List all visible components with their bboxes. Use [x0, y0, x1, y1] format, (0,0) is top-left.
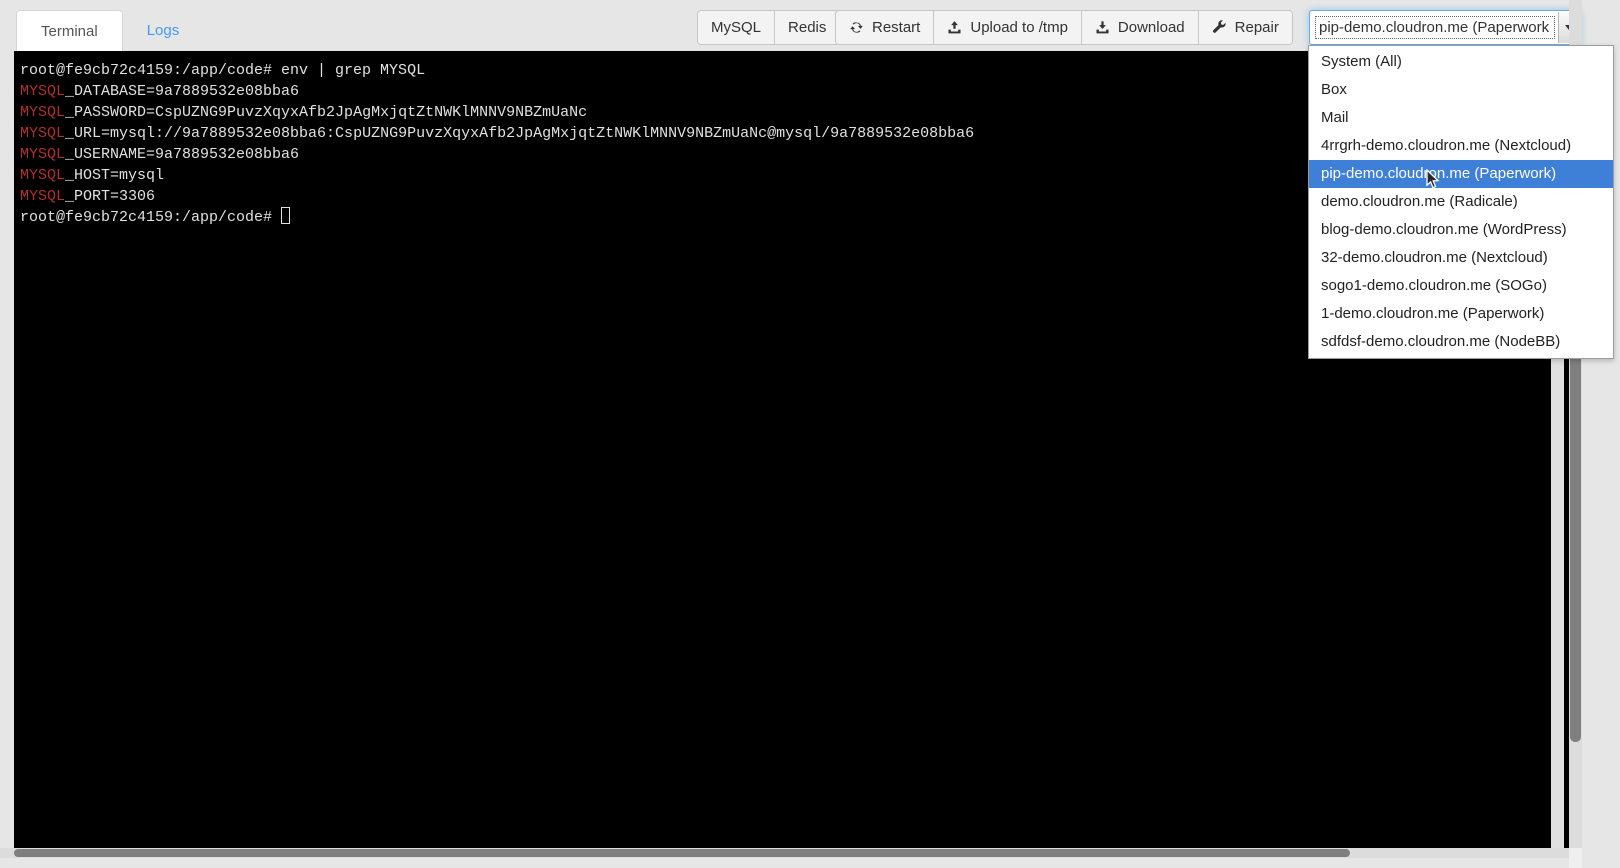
mysql-button[interactable]: MySQL	[697, 10, 775, 45]
download-icon	[1095, 20, 1110, 35]
terminal-text: _DATABASE=9a7889532e08bba6	[65, 83, 299, 100]
page-horizontal-scrollbar[interactable]	[0, 848, 1569, 858]
wrench-icon	[1212, 20, 1227, 35]
upload-to-tmp-label: Upload to /tmp	[970, 19, 1068, 36]
option-pip-demo-cloudron-me-paperwork[interactable]: pip-demo.cloudron.me (Paperwork)	[1309, 160, 1613, 188]
app-selector-value: pip-demo.cloudron.me (Paperwork	[1316, 17, 1554, 38]
option-box[interactable]: Box	[1309, 76, 1613, 104]
app-dropdown-list: System (All)BoxMail4rrgrh-demo.cloudron.…	[1308, 45, 1614, 359]
restart-button[interactable]: Restart	[835, 10, 934, 45]
terminal-text: _HOST=mysql	[65, 167, 164, 184]
mouse-cursor-icon	[1426, 169, 1441, 191]
repair-label: Repair	[1235, 19, 1279, 36]
option-4rrgrh-demo-cloudron-me-nextcloud[interactable]: 4rrgrh-demo.cloudron.me (Nextcloud)	[1309, 132, 1613, 160]
terminal-text: _PORT=3306	[65, 188, 155, 205]
upload-icon	[947, 20, 962, 35]
tab-logs[interactable]: Logs	[123, 10, 204, 51]
mysql-label: MySQL	[711, 19, 761, 36]
terminal-text: _PASSWORD=CspUZNG9PuvzXqyxAfb2JpAgMxjqtZ…	[65, 104, 587, 121]
restart-label: Restart	[872, 19, 920, 36]
grep-match-text: MYSQL	[20, 188, 65, 205]
option-1-demo-cloudron-me-paperwork[interactable]: 1-demo.cloudron.me (Paperwork)	[1309, 300, 1613, 328]
grep-match-text: MYSQL	[20, 83, 65, 100]
terminal-text: root@fe9cb72c4159:/app/code#	[20, 209, 281, 226]
option-blog-demo-cloudron-me-wordpress[interactable]: blog-demo.cloudron.me (WordPress)	[1309, 216, 1613, 244]
terminal-cursor	[281, 207, 290, 224]
option-sdfdsf-demo-cloudron-me-nodebb[interactable]: sdfdsf-demo.cloudron.me (NodeBB)	[1309, 328, 1613, 356]
terminal-text: _URL=mysql://9a7889532e08bba6:CspUZNG9Pu…	[65, 125, 974, 142]
action-button-group: Restart Upload to /tmp Download Repair	[835, 10, 1293, 45]
upload-to-tmp-button[interactable]: Upload to /tmp	[933, 10, 1082, 45]
scrollbar-corner	[1569, 848, 1582, 868]
grep-match-text: MYSQL	[20, 167, 65, 184]
option-system-all[interactable]: System (All)	[1309, 48, 1613, 76]
vertical-scrollbar-thumb[interactable]	[1570, 350, 1581, 742]
option-sogo1-demo-cloudron-me-sogo[interactable]: sogo1-demo.cloudron.me (SOGo)	[1309, 272, 1613, 300]
terminal-text: _USERNAME=9a7889532e08bba6	[65, 146, 299, 163]
option-demo-cloudron-me-radicale[interactable]: demo.cloudron.me (Radicale)	[1309, 188, 1613, 216]
grep-match-text: MYSQL	[20, 146, 65, 163]
repair-button[interactable]: Repair	[1198, 10, 1293, 45]
redis-label: Redis	[788, 19, 826, 36]
download-label: Download	[1118, 19, 1185, 36]
option-32-demo-cloudron-me-nextcloud[interactable]: 32-demo.cloudron.me (Nextcloud)	[1309, 244, 1613, 272]
db-button-group: MySQL Redis	[697, 10, 840, 45]
horizontal-scrollbar-thumb[interactable]	[14, 849, 1350, 857]
app-selector[interactable]: pip-demo.cloudron.me (Paperwork	[1309, 10, 1581, 45]
grep-match-text: MYSQL	[20, 125, 65, 142]
tab-bar: TerminalLogs	[16, 10, 203, 51]
download-button[interactable]: Download	[1081, 10, 1199, 45]
redis-button[interactable]: Redis	[774, 10, 840, 45]
option-mail[interactable]: Mail	[1309, 104, 1613, 132]
tab-terminal[interactable]: Terminal	[16, 10, 123, 51]
refresh-icon	[849, 20, 864, 35]
grep-match-text: MYSQL	[20, 104, 65, 121]
terminal-text: root@fe9cb72c4159:/app/code# env | grep …	[20, 62, 425, 79]
